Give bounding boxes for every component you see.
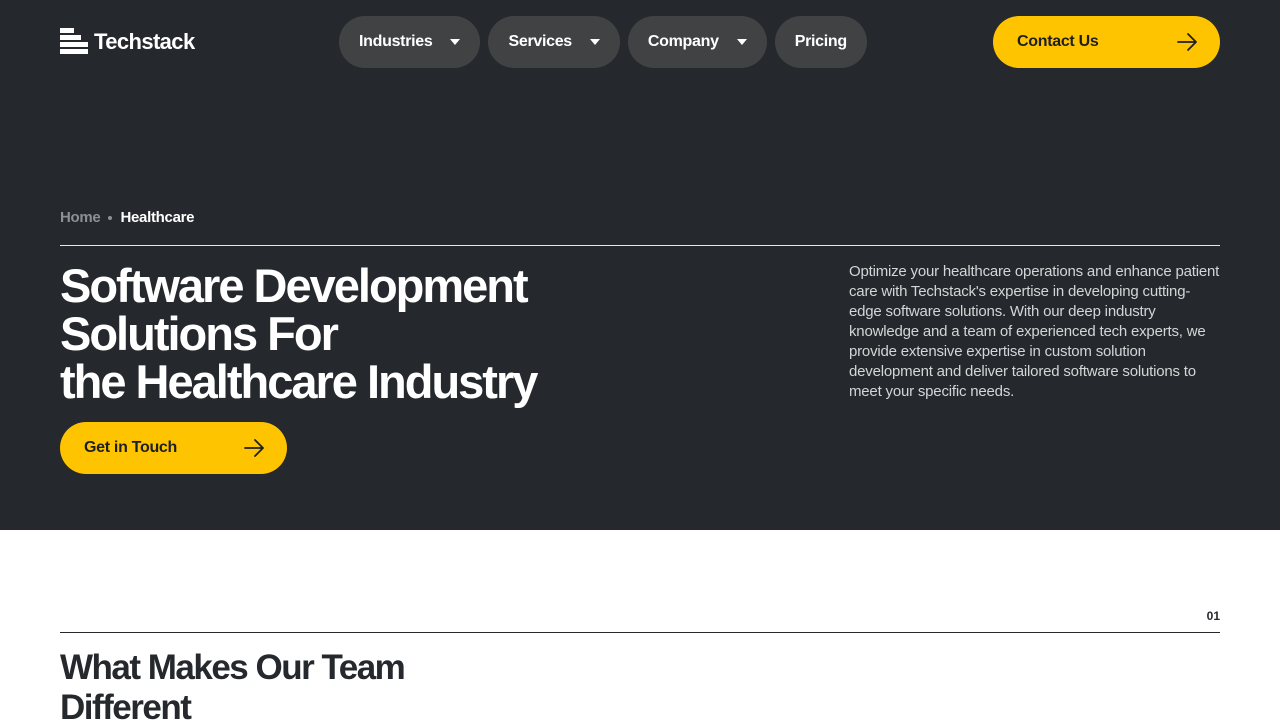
hero-section: Techstack Industries Services Company Pr… xyxy=(0,0,1280,530)
logo[interactable]: Techstack xyxy=(60,28,195,56)
nav-item-label: Services xyxy=(508,33,572,50)
nav-item-services[interactable]: Services xyxy=(488,16,620,68)
nav-item-company[interactable]: Company xyxy=(627,16,767,68)
page-title-line: Software Development xyxy=(60,259,529,312)
nav-item-label: Industries xyxy=(359,33,433,50)
main-nav: Industries Services Company Pricing xyxy=(339,16,867,68)
contact-us-label: Contact Us xyxy=(1017,33,1099,50)
logo-icon xyxy=(60,28,88,56)
breadcrumb-separator xyxy=(108,215,113,220)
breadcrumb-home-link[interactable]: Home xyxy=(60,209,101,226)
section-divider xyxy=(60,632,1220,633)
nav-item-pricing[interactable]: Pricing xyxy=(774,16,867,68)
nav-item-label: Pricing xyxy=(794,33,847,50)
get-in-touch-label: Get in Touch xyxy=(84,439,177,456)
chevron-down-icon xyxy=(450,39,461,45)
section-title: What Makes Our Team Different xyxy=(60,648,406,727)
breadcrumb: Home Healthcare xyxy=(60,209,195,226)
arrow-right-icon xyxy=(1177,33,1197,51)
get-in-touch-button[interactable]: Get in Touch xyxy=(60,422,287,474)
brand-name: Techstack xyxy=(94,29,195,54)
page-title: Software Development Solutions For the H… xyxy=(60,262,680,406)
section-number: 01 xyxy=(1206,609,1220,623)
hero-divider xyxy=(60,245,1220,246)
page-title-line: Solutions For xyxy=(60,307,339,360)
contact-us-button[interactable]: Contact Us xyxy=(993,16,1220,68)
page-title-line: the Healthcare Industry xyxy=(60,355,538,408)
arrow-right-icon xyxy=(244,439,264,457)
hero-description: Optimize your healthcare operations and … xyxy=(849,263,1220,400)
chevron-down-icon xyxy=(589,39,600,45)
nav-item-label: Company xyxy=(647,33,719,50)
chevron-down-icon xyxy=(736,39,747,45)
breadcrumb-current: Healthcare xyxy=(120,209,195,226)
nav-item-industries[interactable]: Industries xyxy=(339,16,481,68)
